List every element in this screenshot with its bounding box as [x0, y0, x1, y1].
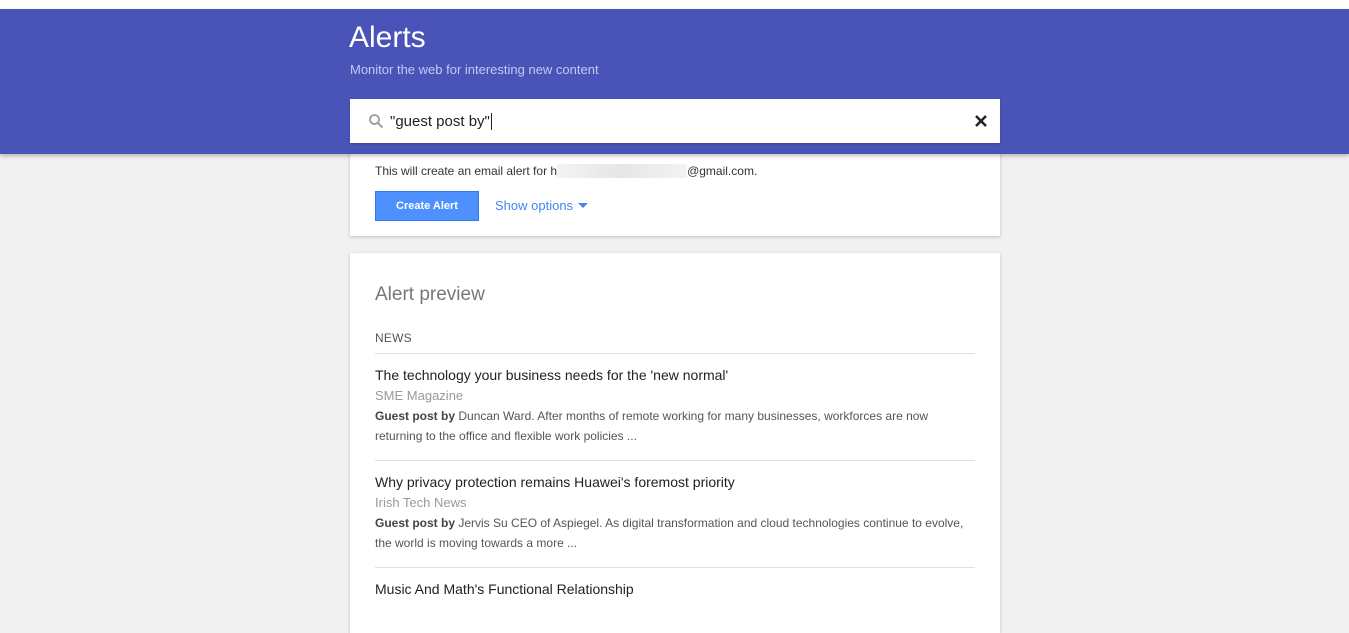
page-header: Alerts Monitor the web for interesting n… — [0, 9, 1349, 154]
divider — [375, 353, 975, 354]
text-cursor — [491, 113, 492, 130]
divider — [375, 567, 975, 568]
item-snippet-bold: Guest post by — [375, 516, 456, 530]
preview-title: Alert preview — [375, 284, 485, 305]
item-source: SME Magazine — [375, 388, 464, 403]
item-title[interactable]: Why privacy protection remains Huawei's … — [375, 471, 975, 493]
close-icon[interactable] — [972, 112, 990, 130]
caret-down-icon — [578, 203, 589, 208]
show-options-label: Show options — [495, 198, 574, 213]
redacted-email — [557, 164, 688, 178]
search-box[interactable] — [350, 99, 1000, 143]
email-notice: This will create an email alert for h @gm… — [375, 164, 757, 178]
top-strip — [0, 0, 1349, 9]
divider — [375, 460, 975, 461]
item-source: Irish Tech News — [375, 495, 467, 510]
item-snippet: Guest post by Duncan Ward. After months … — [375, 406, 975, 446]
item-snippet-text: Duncan Ward. After months of remote work… — [375, 409, 929, 443]
item-title[interactable]: The technology your business needs for t… — [375, 364, 975, 386]
show-options-link[interactable]: Show options — [495, 198, 589, 213]
email-notice-suffix: @gmail.com. — [687, 164, 758, 178]
list-item: Why privacy protection remains Huawei's … — [375, 471, 975, 553]
email-notice-prefix: This will create an email alert for h — [375, 164, 558, 178]
item-snippet: Guest post by Jervis Su CEO of Aspiegel.… — [375, 513, 975, 553]
section-label: NEWS — [375, 331, 412, 345]
item-snippet-text: Jervis Su CEO of Aspiegel. As digital tr… — [375, 516, 964, 550]
create-alert-button[interactable]: Create Alert — [375, 191, 479, 221]
page-subtitle: Monitor the web for interesting new cont… — [350, 62, 599, 77]
page-title: Alerts — [349, 21, 426, 54]
search-input[interactable] — [390, 109, 950, 133]
item-title[interactable]: Music And Math's Functional Relationship — [375, 578, 975, 600]
list-item: The technology your business needs for t… — [375, 364, 975, 446]
search-icon — [369, 114, 384, 129]
item-snippet-bold: Guest post by — [375, 409, 456, 423]
list-item: Music And Math's Functional Relationship — [375, 578, 975, 600]
alert-preview-card: Alert preview NEWS The technology your b… — [350, 253, 1000, 633]
create-alert-card: This will create an email alert for h @gm… — [350, 150, 1000, 236]
